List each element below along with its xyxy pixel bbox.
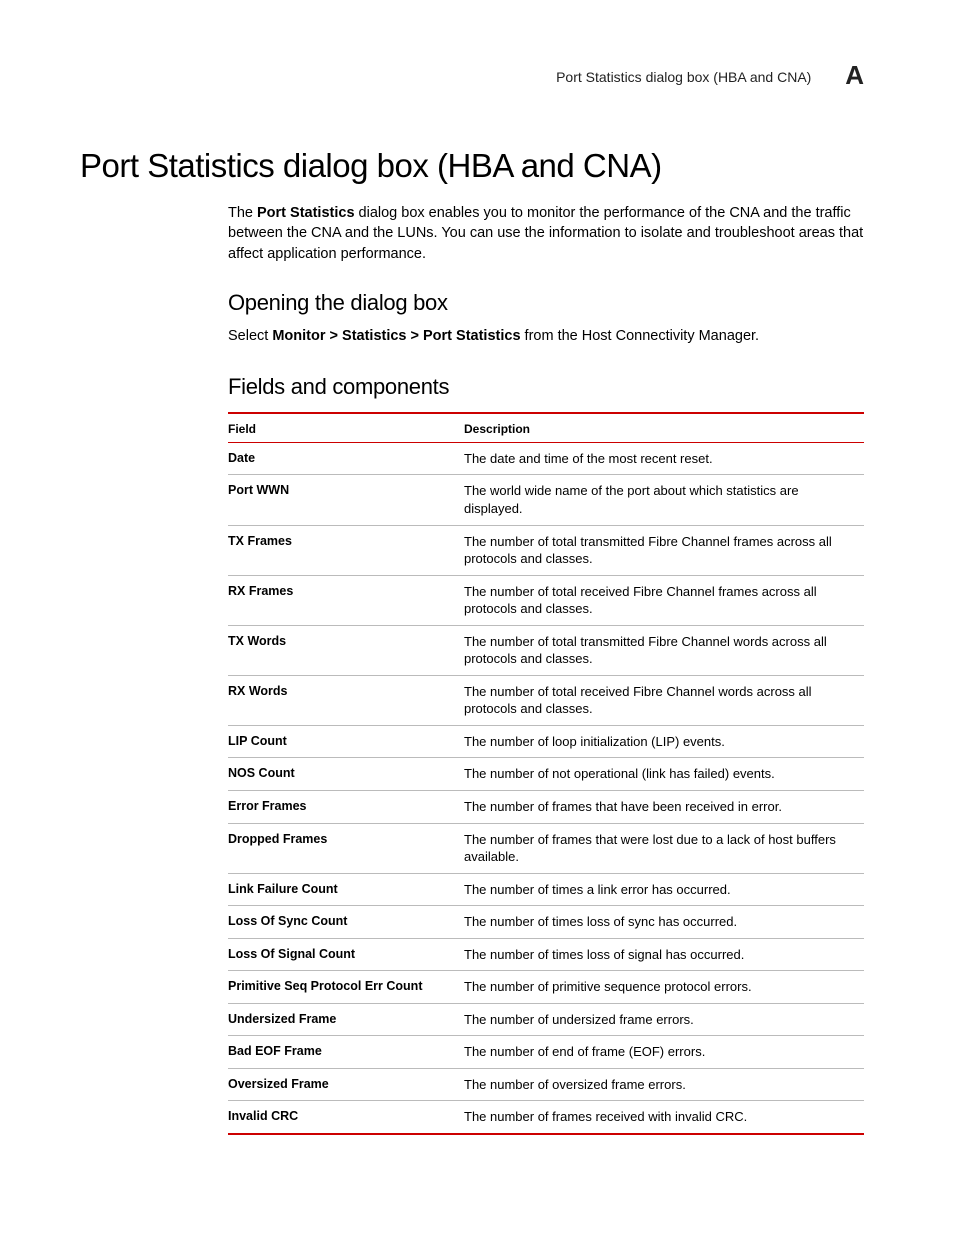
table-row: Error FramesThe number of frames that ha…	[228, 791, 864, 824]
opening-heading: Opening the dialog box	[228, 290, 864, 316]
field-description: The number of total transmitted Fibre Ch…	[464, 625, 864, 675]
field-name: TX Words	[228, 625, 464, 675]
table-row: NOS CountThe number of not operational (…	[228, 758, 864, 791]
table-row: RX FramesThe number of total received Fi…	[228, 575, 864, 625]
table-row: Invalid CRCThe number of frames received…	[228, 1101, 864, 1134]
field-description: The number of oversized frame errors.	[464, 1068, 864, 1101]
field-description: The number of end of frame (EOF) errors.	[464, 1036, 864, 1069]
table-row: Port WWNThe world wide name of the port …	[228, 475, 864, 525]
field-description: The number of loop initialization (LIP) …	[464, 725, 864, 758]
table-row: Oversized FrameThe number of oversized f…	[228, 1068, 864, 1101]
field-name: Bad EOF Frame	[228, 1036, 464, 1069]
table-row: DateThe date and time of the most recent…	[228, 442, 864, 475]
field-name: Dropped Frames	[228, 823, 464, 873]
field-name: Primitive Seq Protocol Err Count	[228, 971, 464, 1004]
fields-table: Field Description DateThe date and time …	[228, 412, 864, 1135]
fields-heading: Fields and components	[228, 374, 864, 400]
table-row: Undersized FrameThe number of undersized…	[228, 1003, 864, 1036]
table-row: Loss Of Signal CountThe number of times …	[228, 938, 864, 971]
table-row: TX FramesThe number of total transmitted…	[228, 525, 864, 575]
body-content: The Port Statistics dialog box enables y…	[228, 203, 864, 1135]
page: Port Statistics dialog box (HBA and CNA)…	[0, 0, 954, 1235]
field-description: The number of times loss of signal has o…	[464, 938, 864, 971]
table-row: Dropped FramesThe number of frames that …	[228, 823, 864, 873]
col-field: Field	[228, 413, 464, 443]
table-header-row: Field Description	[228, 413, 864, 443]
field-name: Loss Of Signal Count	[228, 938, 464, 971]
field-name: RX Frames	[228, 575, 464, 625]
table-row: Primitive Seq Protocol Err CountThe numb…	[228, 971, 864, 1004]
field-name: TX Frames	[228, 525, 464, 575]
table-row: Loss Of Sync CountThe number of times lo…	[228, 906, 864, 939]
select-suffix: from the Host Connectivity Manager.	[521, 328, 760, 344]
field-name: Error Frames	[228, 791, 464, 824]
field-name: NOS Count	[228, 758, 464, 791]
field-name: LIP Count	[228, 725, 464, 758]
field-name: Oversized Frame	[228, 1068, 464, 1101]
table-row: Link Failure CountThe number of times a …	[228, 873, 864, 906]
intro-paragraph: The Port Statistics dialog box enables y…	[228, 203, 864, 264]
field-description: The date and time of the most recent res…	[464, 442, 864, 475]
field-name: Link Failure Count	[228, 873, 464, 906]
table-row: Bad EOF FrameThe number of end of frame …	[228, 1036, 864, 1069]
field-description: The number of total received Fibre Chann…	[464, 675, 864, 725]
field-name: Undersized Frame	[228, 1003, 464, 1036]
page-title: Port Statistics dialog box (HBA and CNA)	[80, 147, 864, 185]
opening-instruction: Select Monitor > Statistics > Port Stati…	[228, 328, 864, 344]
field-description: The number of frames received with inval…	[464, 1101, 864, 1134]
field-description: The number of frames that were lost due …	[464, 823, 864, 873]
select-label: Select	[228, 328, 272, 344]
col-description: Description	[464, 413, 864, 443]
field-description: The world wide name of the port about wh…	[464, 475, 864, 525]
field-description: The number of undersized frame errors.	[464, 1003, 864, 1036]
appendix-letter: A	[845, 60, 864, 90]
field-description: The number of primitive sequence protoco…	[464, 971, 864, 1004]
field-description: The number of not operational (link has …	[464, 758, 864, 791]
breadcrumb: Monitor > Statistics > Port Statistics	[272, 328, 520, 344]
field-description: The number of times loss of sync has occ…	[464, 906, 864, 939]
table-row: TX WordsThe number of total transmitted …	[228, 625, 864, 675]
table-row: LIP CountThe number of loop initializati…	[228, 725, 864, 758]
field-name: Loss Of Sync Count	[228, 906, 464, 939]
intro-bold: Port Statistics	[257, 205, 355, 221]
running-title: Port Statistics dialog box (HBA and CNA)	[556, 69, 811, 85]
field-name: Port WWN	[228, 475, 464, 525]
field-name: Date	[228, 442, 464, 475]
field-description: The number of times a link error has occ…	[464, 873, 864, 906]
running-header: Port Statistics dialog box (HBA and CNA)…	[80, 60, 864, 91]
field-description: The number of total transmitted Fibre Ch…	[464, 525, 864, 575]
field-name: RX Words	[228, 675, 464, 725]
field-name: Invalid CRC	[228, 1101, 464, 1134]
table-row: RX WordsThe number of total received Fib…	[228, 675, 864, 725]
intro-prefix: The	[228, 205, 257, 221]
field-description: The number of frames that have been rece…	[464, 791, 864, 824]
field-description: The number of total received Fibre Chann…	[464, 575, 864, 625]
